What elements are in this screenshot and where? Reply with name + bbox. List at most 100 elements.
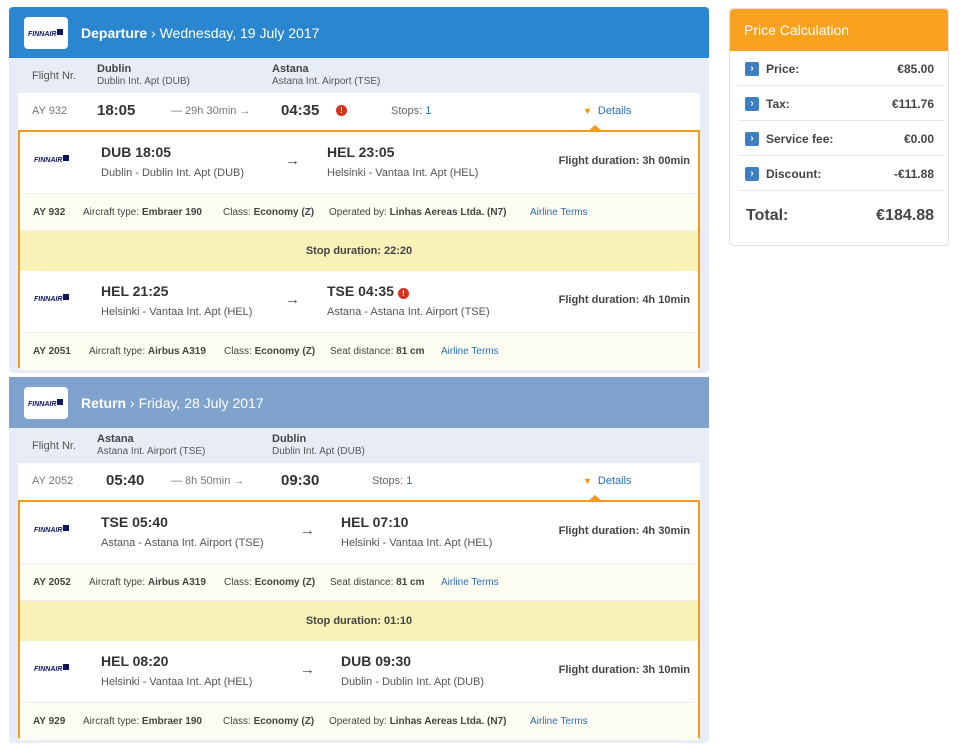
segment-duration: Flight duration: 4h 30min bbox=[558, 525, 690, 537]
departure-time: 18:05 bbox=[97, 102, 136, 119]
return-header: FINNAIR Return › Friday, 28 July 2017 bbox=[9, 377, 709, 428]
alert-icon: ! bbox=[397, 288, 409, 299]
airline-logo: FINNAIR bbox=[30, 144, 74, 174]
segment: FINNAIR HEL 21:25 Helsinki - Vantaa Int.… bbox=[20, 271, 698, 332]
route-row: Flight Nr. Dublin Dublin Int. Apt (DUB) … bbox=[9, 58, 709, 93]
return-title: Return › Friday, 28 July 2017 bbox=[81, 394, 264, 411]
total-duration: — 29h 30min → bbox=[171, 105, 251, 117]
departure-time: 05:40 bbox=[106, 472, 145, 489]
segment-flight-number: AY 2051 bbox=[33, 346, 71, 357]
departure-header: FINNAIR Departure › Wednesday, 19 July 2… bbox=[9, 7, 709, 58]
flight-number: AY 932 bbox=[32, 105, 68, 117]
travel-class: Class: Economy (Z) bbox=[223, 716, 315, 727]
segment-info: AY 932 Aircraft type: Embraer 190 Class:… bbox=[20, 193, 698, 231]
segment: FINNAIR DUB 18:05 Dublin - Dublin Int. A… bbox=[20, 132, 698, 193]
arrow-right-icon: → bbox=[300, 522, 315, 539]
segment-arrival: HEL 07:10 Helsinki - Vantaa Int. Apt (HE… bbox=[341, 514, 493, 549]
segment: FINNAIR TSE 05:40 Astana - Astana Int. A… bbox=[20, 502, 698, 563]
alert-icon: ! bbox=[336, 105, 347, 116]
segment-departure: TSE 05:40 Astana - Astana Int. Airport (… bbox=[101, 514, 264, 549]
price-row-tax[interactable]: › Tax: €111.76 bbox=[738, 86, 944, 121]
svg-text:FINNAIR: FINNAIR bbox=[28, 31, 56, 38]
arrival-time: 04:35 bbox=[281, 102, 320, 119]
price-total: Total: €184.88 bbox=[746, 207, 934, 224]
price-row-service-fee[interactable]: › Service fee: €0.00 bbox=[738, 121, 944, 156]
aircraft-type: Aircraft type: Embraer 190 bbox=[83, 716, 202, 727]
segment-arrival: HEL 23:05 Helsinki - Vantaa Int. Apt (HE… bbox=[327, 144, 479, 179]
operated-by: Operated by: Linhas Aereas Ltda. (N7) bbox=[329, 207, 507, 218]
airline-logo: FINNAIR bbox=[30, 514, 74, 544]
route-destination: Astana Astana Int. Airport (TSE) bbox=[272, 63, 381, 87]
aircraft-type: Aircraft type: Airbus A319 bbox=[89, 577, 206, 588]
flight-nr-label: Flight Nr. bbox=[32, 440, 77, 452]
flight-summary[interactable]: AY 2052 05:40 — 8h 50min → 09:30 Stops: … bbox=[18, 463, 700, 502]
airline-terms-link[interactable]: Airline Terms bbox=[441, 577, 499, 588]
total-duration: — 8h 50min → bbox=[171, 475, 245, 487]
segment-arrival: TSE 04:35 ! Astana - Astana Int. Airport… bbox=[327, 283, 490, 318]
aircraft-type: Aircraft type: Airbus A319 bbox=[89, 346, 206, 357]
svg-text:FINNAIR: FINNAIR bbox=[34, 296, 62, 303]
chevron-right-icon[interactable]: › bbox=[745, 97, 759, 111]
flight-number: AY 2052 bbox=[32, 475, 74, 487]
svg-text:FINNAIR: FINNAIR bbox=[28, 401, 56, 408]
price-row-price[interactable]: › Price: €85.00 bbox=[738, 51, 944, 86]
stops-count: Stops: 1 bbox=[372, 475, 413, 487]
seat-distance: Seat distance: 81 cm bbox=[330, 577, 425, 588]
segment-duration: Flight duration: 4h 10min bbox=[558, 294, 690, 306]
arrow-right-icon: → bbox=[285, 291, 300, 308]
airline-logo: FINNAIR bbox=[30, 653, 74, 683]
airline-terms-link[interactable]: Airline Terms bbox=[530, 207, 588, 218]
segment-departure: HEL 21:25 Helsinki - Vantaa Int. Apt (HE… bbox=[101, 283, 253, 318]
price-calculation-panel: Price Calculation › Price: €85.00 › Tax:… bbox=[729, 8, 949, 246]
departure-section: FINNAIR Departure › Wednesday, 19 July 2… bbox=[9, 7, 709, 373]
arrow-right-icon: → bbox=[285, 152, 300, 169]
flight-summary[interactable]: AY 932 18:05 — 29h 30min → 04:35 ! Stops… bbox=[18, 93, 700, 132]
segment-flight-number: AY 932 bbox=[33, 207, 66, 218]
flight-details: FINNAIR DUB 18:05 Dublin - Dublin Int. A… bbox=[18, 130, 700, 370]
travel-class: Class: Economy (Z) bbox=[223, 207, 315, 218]
airline-terms-link[interactable]: Airline Terms bbox=[441, 346, 499, 357]
aircraft-type: Aircraft type: Embraer 190 bbox=[83, 207, 202, 218]
arrow-right-icon: → bbox=[300, 661, 315, 678]
segment-info: AY 2051 Aircraft type: Airbus A319 Class… bbox=[20, 332, 698, 370]
chevron-right-icon[interactable]: › bbox=[745, 62, 759, 76]
airline-logo: FINNAIR bbox=[24, 16, 68, 49]
stops-count: Stops: 1 bbox=[391, 105, 432, 117]
airline-logo: FINNAIR bbox=[30, 283, 74, 313]
svg-text:FINNAIR: FINNAIR bbox=[34, 666, 62, 673]
segment-departure: HEL 08:20 Helsinki - Vantaa Int. Apt (HE… bbox=[101, 653, 253, 688]
stop-duration: Stop duration: 01:10 bbox=[20, 601, 698, 641]
segment: FINNAIR HEL 08:20 Helsinki - Vantaa Int.… bbox=[20, 641, 698, 702]
departure-title: Departure › Wednesday, 19 July 2017 bbox=[81, 24, 320, 41]
caret-down-icon: ▼ bbox=[583, 476, 592, 486]
airline-logo: FINNAIR bbox=[24, 386, 68, 419]
segment-arrival: DUB 09:30 Dublin - Dublin Int. Apt (DUB) bbox=[341, 653, 485, 688]
details-toggle[interactable]: ▼ Details bbox=[583, 105, 632, 117]
segment-duration: Flight duration: 3h 00min bbox=[558, 155, 690, 167]
segment-info: AY 929 Aircraft type: Embraer 190 Class:… bbox=[20, 702, 698, 740]
svg-text:FINNAIR: FINNAIR bbox=[34, 157, 62, 164]
flight-nr-label: Flight Nr. bbox=[32, 70, 77, 82]
return-section: FINNAIR Return › Friday, 28 July 2017 Fl… bbox=[9, 377, 709, 743]
caret-down-icon: ▼ bbox=[583, 106, 592, 116]
arrival-time: 09:30 bbox=[281, 472, 320, 489]
route-origin: Dublin Dublin Int. Apt (DUB) bbox=[97, 63, 190, 87]
airline-terms-link[interactable]: Airline Terms bbox=[530, 716, 588, 727]
chevron-right-icon[interactable]: › bbox=[745, 132, 759, 146]
flight-details: FINNAIR TSE 05:40 Astana - Astana Int. A… bbox=[18, 500, 700, 740]
route-origin: Astana Astana Int. Airport (TSE) bbox=[97, 433, 206, 457]
route-row: Flight Nr. Astana Astana Int. Airport (T… bbox=[9, 428, 709, 463]
chevron-right-icon[interactable]: › bbox=[745, 167, 759, 181]
segment-info: AY 2052 Aircraft type: Airbus A319 Class… bbox=[20, 563, 698, 601]
segment-flight-number: AY 2052 bbox=[33, 577, 71, 588]
svg-text:FINNAIR: FINNAIR bbox=[34, 527, 62, 534]
details-toggle[interactable]: ▼ Details bbox=[583, 475, 632, 487]
seat-distance: Seat distance: 81 cm bbox=[330, 346, 425, 357]
segment-duration: Flight duration: 3h 10min bbox=[558, 664, 690, 676]
price-row-discount[interactable]: › Discount: -€11.88 bbox=[738, 156, 944, 191]
travel-class: Class: Economy (Z) bbox=[224, 577, 316, 588]
segment-departure: DUB 18:05 Dublin - Dublin Int. Apt (DUB) bbox=[101, 144, 245, 179]
price-panel-title: Price Calculation bbox=[730, 9, 948, 51]
segment-flight-number: AY 929 bbox=[33, 716, 66, 727]
stop-duration: Stop duration: 22:20 bbox=[20, 231, 698, 271]
